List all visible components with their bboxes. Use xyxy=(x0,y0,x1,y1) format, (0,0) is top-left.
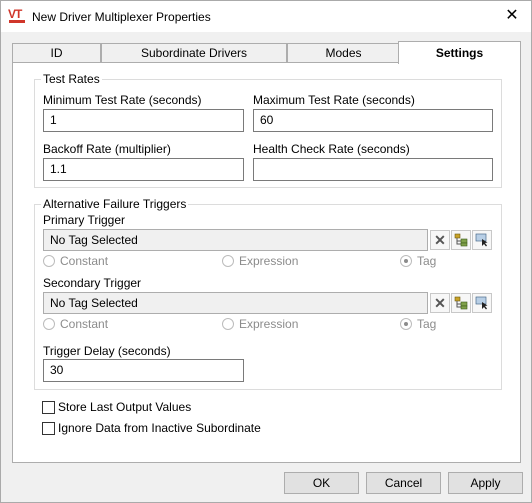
app-logo-icon: VT xyxy=(8,8,28,24)
checkbox-box xyxy=(42,421,55,435)
primary-clear-icon[interactable]: ✕ xyxy=(430,230,450,250)
radio-dot xyxy=(222,318,234,330)
primary-tag-select-icon[interactable] xyxy=(472,230,492,250)
secondary-tag-radio[interactable]: Tag xyxy=(400,317,436,331)
test-rates-legend: Test Rates xyxy=(41,72,102,86)
secondary-tag-select-icon[interactable] xyxy=(472,293,492,313)
secondary-constant-radio[interactable]: Constant xyxy=(43,317,108,331)
primary-trigger-field[interactable]: No Tag Selected xyxy=(43,229,428,251)
primary-trigger-label: Primary Trigger xyxy=(43,213,126,227)
settings-panel: Test Rates Minimum Test Rate (seconds) 1… xyxy=(12,62,521,463)
tab-subordinate-drivers[interactable]: Subordinate Drivers xyxy=(101,43,287,63)
radio-dot xyxy=(43,255,55,267)
trigger-delay-label: Trigger Delay (seconds) xyxy=(43,344,171,358)
primary-constant-radio[interactable]: Constant xyxy=(43,254,108,268)
primary-tag-radio[interactable]: Tag xyxy=(400,254,436,268)
radio-dot xyxy=(43,318,55,330)
radio-dot-selected xyxy=(400,318,412,330)
properties-dialog: VT New Driver Multiplexer Properties ✕ I… xyxy=(0,0,532,503)
ignore-inactive-checkbox[interactable]: Ignore Data from Inactive Subordinate xyxy=(42,421,261,435)
max-test-rate-input[interactable]: 60 xyxy=(253,109,493,132)
ok-button[interactable]: OK xyxy=(284,472,359,494)
max-test-rate-label: Maximum Test Rate (seconds) xyxy=(253,93,415,107)
close-button[interactable]: ✕ xyxy=(503,7,521,25)
min-test-rate-label: Minimum Test Rate (seconds) xyxy=(43,93,202,107)
health-check-rate-input[interactable] xyxy=(253,158,493,181)
secondary-clear-icon[interactable]: ✕ xyxy=(430,293,450,313)
tab-modes[interactable]: Modes xyxy=(287,43,400,63)
radio-dot-selected xyxy=(400,255,412,267)
cancel-button[interactable]: Cancel xyxy=(366,472,441,494)
backoff-rate-label: Backoff Rate (multiplier) xyxy=(43,142,171,156)
secondary-trigger-label: Secondary Trigger xyxy=(43,276,142,290)
tab-settings[interactable]: Settings xyxy=(398,41,521,64)
backoff-rate-input[interactable]: 1.1 xyxy=(43,158,244,181)
health-check-rate-label: Health Check Rate (seconds) xyxy=(253,142,410,156)
store-last-output-checkbox[interactable]: Store Last Output Values xyxy=(42,400,191,414)
secondary-tag-tree-icon[interactable] xyxy=(451,293,471,313)
primary-tag-tree-icon[interactable] xyxy=(451,230,471,250)
tab-id[interactable]: ID xyxy=(12,43,101,63)
title-bar: VT New Driver Multiplexer Properties ✕ xyxy=(1,1,531,32)
radio-dot xyxy=(222,255,234,267)
checkbox-box xyxy=(42,400,55,414)
primary-expression-radio[interactable]: Expression xyxy=(222,254,298,268)
trigger-delay-input[interactable]: 30 xyxy=(43,359,244,382)
min-test-rate-input[interactable]: 1 xyxy=(43,109,244,132)
secondary-trigger-field[interactable]: No Tag Selected xyxy=(43,292,428,314)
window-title: New Driver Multiplexer Properties xyxy=(32,10,211,24)
failure-triggers-legend: Alternative Failure Triggers xyxy=(41,197,189,211)
apply-button[interactable]: Apply xyxy=(448,472,523,494)
secondary-expression-radio[interactable]: Expression xyxy=(222,317,298,331)
